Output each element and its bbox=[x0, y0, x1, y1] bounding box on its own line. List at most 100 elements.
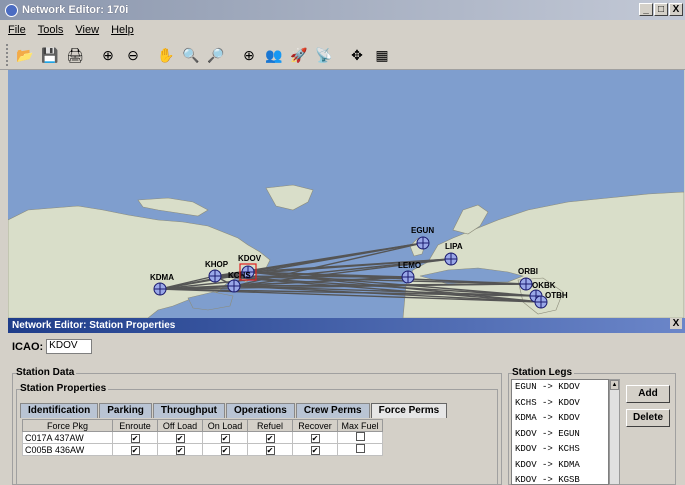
list-item[interactable]: EGUN -> KDOV bbox=[512, 380, 608, 396]
station-label: ORBI bbox=[518, 267, 538, 276]
column-header[interactable]: Refuel bbox=[247, 419, 293, 432]
checked-checkbox[interactable]: ✔ bbox=[130, 433, 140, 443]
checked-checkbox[interactable]: ✔ bbox=[130, 445, 140, 455]
zoom-in-icon[interactable]: 🔍 bbox=[180, 44, 202, 66]
list-item[interactable]: KCHS -> KDOV bbox=[512, 396, 608, 412]
column-header[interactable]: On Load bbox=[202, 419, 248, 432]
permission-cell: ✔ bbox=[202, 431, 248, 444]
checked-checkbox[interactable]: ✔ bbox=[175, 445, 185, 455]
canada-arctic-land bbox=[137, 197, 209, 217]
greenland-land bbox=[265, 184, 314, 211]
people-icon[interactable]: 👥 bbox=[263, 44, 285, 66]
station-legs-list[interactable]: EGUN -> KDOV KCHS -> KDOV KDMA -> KDOV KDOV… bbox=[511, 379, 609, 485]
tab-operations[interactable]: Operations bbox=[226, 403, 295, 418]
list-item[interactable]: KDOV -> KGSB bbox=[512, 473, 608, 484]
icao-row: ICAO: KDOV bbox=[12, 339, 93, 354]
tab-parking[interactable]: Parking bbox=[99, 403, 152, 418]
land-shapes bbox=[8, 184, 684, 318]
icao-input[interactable]: KDOV bbox=[46, 339, 93, 354]
property-tabs: Identification Parking Throughput Operation… bbox=[20, 403, 448, 418]
toolbar-grip[interactable] bbox=[6, 43, 10, 66]
station-label: KDOV bbox=[238, 254, 262, 263]
tab-force-perms[interactable]: Force Perms bbox=[370, 403, 448, 418]
open-folder-icon[interactable]: 📂 bbox=[14, 44, 36, 66]
add-leg-button[interactable]: Add bbox=[626, 385, 670, 403]
panel-title: Network Editor: Station Properties bbox=[12, 320, 176, 331]
toolbar: 📂 💾 🖨 ⊕ ⊖ ✋ 🔍 🔎 ⊕ 👥 🚀 📡 ✥ ▦ bbox=[0, 40, 685, 70]
maximize-button[interactable]: □ bbox=[654, 3, 668, 16]
table-row[interactable]: C005B 436AW ✔ ✔ ✔ ✔ ✔ bbox=[22, 443, 383, 456]
network-map[interactable]: KDMA KHOP KDOV KCHS EGUN LIPA LEMO ORBI OKBK OTBH bbox=[8, 70, 684, 318]
minimize-button[interactable]: _ bbox=[639, 3, 653, 16]
list-item[interactable]: KDMA -> KDOV bbox=[512, 411, 608, 427]
force-pkg-cell: C017A 437AW bbox=[22, 431, 113, 444]
permission-cell: ✔ bbox=[247, 443, 293, 456]
checked-checkbox[interactable]: ✔ bbox=[265, 445, 275, 455]
checked-checkbox[interactable]: ✔ bbox=[220, 433, 230, 443]
print-icon[interactable]: 🖨 bbox=[64, 44, 86, 66]
legs-scrollbar[interactable]: ▲ bbox=[609, 379, 620, 485]
map-canvas[interactable]: KDMAKHOPKDOVKCHSEGUNLIPALEMOORBIOKBKOTBH bbox=[8, 70, 684, 318]
window-titlebar: Network Editor: 170i _ □ X bbox=[0, 0, 685, 20]
force-perms-table: Force Pkg Enroute Off Load On Load Refuel Rec… bbox=[22, 419, 383, 456]
station-icon[interactable]: ⊕ bbox=[238, 44, 260, 66]
permission-cell: ✔ bbox=[247, 431, 293, 444]
station-data-label: Station Data bbox=[16, 367, 77, 378]
tab-crew-perms[interactable]: Crew Perms bbox=[295, 403, 370, 418]
table-row[interactable]: C017A 437AW ✔ ✔ ✔ ✔ ✔ bbox=[22, 431, 383, 444]
checked-checkbox[interactable]: ✔ bbox=[175, 433, 185, 443]
list-item[interactable]: KDOV -> KCHS bbox=[512, 442, 608, 458]
column-header[interactable]: Enroute bbox=[112, 419, 158, 432]
remove-icon[interactable]: ⊖ bbox=[122, 44, 144, 66]
tab-identification[interactable]: Identification bbox=[20, 403, 99, 418]
zoom-out-icon[interactable]: 🔎 bbox=[205, 44, 227, 66]
station-properties-titlebar: Network Editor: Station Properties X bbox=[8, 318, 685, 333]
tab-throughput[interactable]: Throughput bbox=[152, 403, 226, 418]
checked-checkbox[interactable]: ✔ bbox=[310, 433, 320, 443]
column-header[interactable]: Off Load bbox=[157, 419, 203, 432]
station-label: KDMA bbox=[150, 273, 174, 282]
checked-checkbox[interactable]: ✔ bbox=[265, 433, 275, 443]
unchecked-checkbox[interactable] bbox=[355, 432, 365, 441]
column-header[interactable]: Force Pkg bbox=[22, 419, 113, 432]
permission-cell: ✔ bbox=[157, 431, 203, 444]
checked-checkbox[interactable]: ✔ bbox=[220, 445, 230, 455]
rocket-icon[interactable]: 🚀 bbox=[288, 44, 310, 66]
permission-cell: ✔ bbox=[157, 443, 203, 456]
delete-leg-button[interactable]: Delete bbox=[626, 409, 670, 427]
station-label: LIPA bbox=[445, 242, 463, 251]
layers-icon[interactable]: ▦ bbox=[371, 44, 393, 66]
scroll-up-icon[interactable]: ▲ bbox=[610, 380, 619, 390]
hand-pan-icon[interactable]: ✋ bbox=[155, 44, 177, 66]
column-header[interactable]: Max Fuel bbox=[337, 419, 383, 432]
menu-view[interactable]: View bbox=[75, 24, 99, 36]
menu-help[interactable]: Help bbox=[111, 24, 134, 36]
add-icon[interactable]: ⊕ bbox=[97, 44, 119, 66]
menu-file[interactable]: File bbox=[8, 24, 26, 36]
list-item[interactable]: KDOV -> KDMA bbox=[512, 458, 608, 474]
app-icon bbox=[5, 3, 18, 17]
permission-cell: ✔ bbox=[202, 443, 248, 456]
panel-close-button[interactable]: X bbox=[670, 318, 682, 329]
station-label: OKBK bbox=[532, 281, 556, 290]
permission-cell: ✔ bbox=[292, 443, 338, 456]
checked-checkbox[interactable]: ✔ bbox=[310, 445, 320, 455]
icao-label: ICAO: bbox=[12, 340, 44, 353]
column-header[interactable]: Recover bbox=[292, 419, 338, 432]
satellite-icon[interactable]: 📡 bbox=[313, 44, 335, 66]
station-properties-label: Station Properties bbox=[20, 383, 109, 394]
window-title: Network Editor: 170i bbox=[22, 4, 129, 16]
station-label: LEMO bbox=[398, 261, 421, 270]
station-label: KHOP bbox=[205, 260, 229, 269]
permission-cell bbox=[337, 443, 383, 456]
table-header-row: Force Pkg Enroute Off Load On Load Refuel Rec… bbox=[22, 419, 383, 432]
menu-tools[interactable]: Tools bbox=[38, 24, 64, 36]
force-pkg-cell: C005B 436AW bbox=[22, 443, 113, 456]
unchecked-checkbox[interactable] bbox=[355, 444, 365, 453]
list-item[interactable]: KDOV -> EGUN bbox=[512, 427, 608, 443]
save-icon[interactable]: 💾 bbox=[39, 44, 61, 66]
station-label: EGUN bbox=[411, 226, 434, 235]
move-icon[interactable]: ✥ bbox=[346, 44, 368, 66]
close-button[interactable]: X bbox=[669, 3, 683, 16]
permission-cell: ✔ bbox=[292, 431, 338, 444]
